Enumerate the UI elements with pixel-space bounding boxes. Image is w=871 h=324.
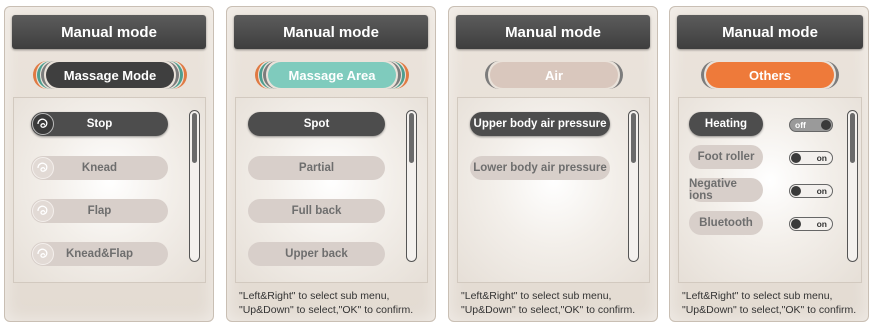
mode-selector[interactable]: Others <box>693 61 847 89</box>
instruction-line: "Left&Right" to select sub menu, <box>461 290 612 302</box>
option-negative-ions[interactable]: Negative ions <box>689 178 763 202</box>
toggle-knob <box>791 153 801 163</box>
option-label: Negative ions <box>689 178 737 202</box>
option-heating[interactable]: Heating <box>689 112 763 136</box>
option-partial[interactable]: Partial <box>248 156 385 180</box>
mode-selector[interactable]: Air <box>477 61 631 89</box>
massage-swirl-icon <box>32 113 54 135</box>
scrollbar-thumb[interactable] <box>409 113 414 163</box>
panel-title: Manual mode <box>234 15 428 49</box>
option-label: Heating <box>704 118 748 130</box>
option-bluetooth[interactable]: Bluetooth <box>689 211 763 235</box>
option-label: Partial <box>298 162 335 174</box>
instructions: "Left&Right" to select sub menu, "Up&Dow… <box>682 289 866 317</box>
option-label: Full back <box>291 205 342 217</box>
option-flap[interactable]: Flap <box>31 199 168 223</box>
massage-swirl-icon <box>32 243 54 265</box>
option-label: Flap <box>87 205 112 217</box>
mode-selector[interactable]: Massage Mode <box>33 61 187 89</box>
scrollbar[interactable] <box>847 110 858 262</box>
option-upper-body-air[interactable]: Upper body air pressure <box>470 112 610 136</box>
mode-label[interactable]: Massage Area <box>268 62 396 88</box>
heating-toggle[interactable]: off <box>789 118 833 132</box>
instruction-line: "Up&Down" to select,"OK" to confirm. <box>461 304 636 316</box>
option-label: Bluetooth <box>699 217 753 229</box>
option-list: Upper body air pressure Lower body air p… <box>457 97 650 283</box>
option-knead[interactable]: Knead <box>31 156 168 180</box>
option-stop[interactable]: Stop <box>31 112 168 136</box>
toggle-state: on <box>816 153 827 163</box>
mode-label[interactable]: Air <box>490 62 618 88</box>
toggle-knob <box>791 219 801 229</box>
massage-swirl-icon <box>32 200 54 222</box>
panel-title: Manual mode <box>12 15 206 49</box>
option-knead-flap[interactable]: Knead&Flap <box>31 242 168 266</box>
panel-massage-mode: Manual mode Massage Mode Stop Knead Flap <box>4 6 214 322</box>
option-list: Heating off Foot roller on Negative ions… <box>678 97 862 283</box>
scrollbar-thumb[interactable] <box>850 113 855 163</box>
panel-title: Manual mode <box>456 15 650 49</box>
massage-swirl-icon <box>32 157 54 179</box>
instruction-line: "Up&Down" to select,"OK" to confirm. <box>682 304 857 316</box>
instruction-line: "Up&Down" to select,"OK" to confirm. <box>239 304 414 316</box>
toggle-state: on <box>816 186 827 196</box>
option-list: Spot Partial Full back Upper back <box>235 97 428 283</box>
instruction-line: "Left&Right" to select sub menu, <box>682 290 833 302</box>
panel-title: Manual mode <box>677 15 863 49</box>
instructions: "Left&Right" to select sub menu, "Up&Dow… <box>239 289 433 317</box>
mode-label[interactable]: Others <box>706 62 834 88</box>
toggle-state: on <box>816 219 827 229</box>
toggle-state: off <box>795 120 806 130</box>
instruction-line: "Left&Right" to select sub menu, <box>239 290 390 302</box>
instructions: "Left&Right" to select sub menu, "Up&Dow… <box>461 289 655 317</box>
option-label: Spot <box>303 118 330 130</box>
option-label: Knead&Flap <box>65 248 134 260</box>
option-foot-roller[interactable]: Foot roller <box>689 145 763 169</box>
option-label: Foot roller <box>697 151 755 163</box>
option-spot[interactable]: Spot <box>248 112 385 136</box>
option-label: Knead <box>81 162 118 174</box>
toggle-knob <box>791 186 801 196</box>
negative-ions-toggle[interactable]: on <box>789 184 833 198</box>
panel-massage-area: Manual mode Massage Area Spot Partial Fu… <box>226 6 436 322</box>
scrollbar-thumb[interactable] <box>631 113 636 163</box>
option-full-back[interactable]: Full back <box>248 199 385 223</box>
scrollbar[interactable] <box>406 110 417 262</box>
option-label: Upper body air pressure <box>473 118 607 130</box>
mode-label[interactable]: Massage Mode <box>46 62 174 88</box>
option-label: Stop <box>86 118 113 130</box>
scrollbar[interactable] <box>628 110 639 262</box>
option-list: Stop Knead Flap Knead&Flap <box>13 97 206 283</box>
scrollbar-thumb[interactable] <box>192 113 197 163</box>
toggle-knob <box>821 120 831 130</box>
foot-roller-toggle[interactable]: on <box>789 151 833 165</box>
scrollbar[interactable] <box>189 110 200 262</box>
mode-selector[interactable]: Massage Area <box>255 61 409 89</box>
option-label: Lower body air pressure <box>473 162 607 174</box>
option-upper-back[interactable]: Upper back <box>248 242 385 266</box>
panel-others: Manual mode Others Heating off Foot roll… <box>669 6 869 322</box>
panel-air: Manual mode Air Upper body air pressure … <box>448 6 658 322</box>
bluetooth-toggle[interactable]: on <box>789 217 833 231</box>
option-lower-body-air[interactable]: Lower body air pressure <box>470 156 610 180</box>
option-label: Upper back <box>285 248 348 260</box>
